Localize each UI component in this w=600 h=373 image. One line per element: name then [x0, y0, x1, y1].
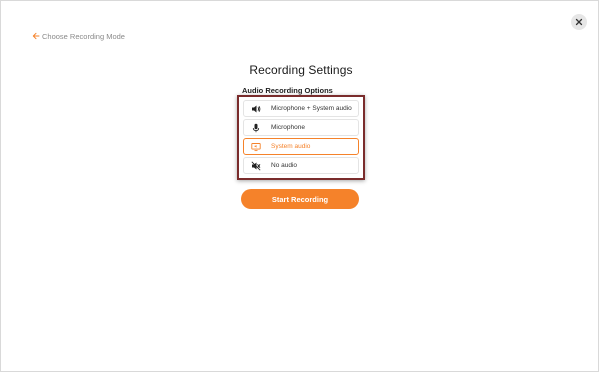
- close-button[interactable]: [571, 14, 587, 30]
- back-link[interactable]: Choose Recording Mode: [32, 30, 125, 42]
- start-recording-button[interactable]: Start Recording: [241, 189, 359, 209]
- speaker-muted-icon: [250, 160, 262, 172]
- dialog-frame: Choose Recording Mode Recording Settings…: [0, 0, 599, 372]
- option-label: Microphone: [271, 124, 305, 131]
- section-subtitle: Audio Recording Options: [242, 86, 333, 95]
- option-microphone[interactable]: Microphone: [243, 119, 359, 136]
- close-icon: [575, 18, 583, 26]
- option-no-audio[interactable]: No audio: [243, 157, 359, 174]
- monitor-audio-icon: [250, 141, 262, 153]
- page-title: Recording Settings: [249, 63, 353, 77]
- option-label: Microphone + System audio: [271, 105, 352, 112]
- back-link-label: Choose Recording Mode: [42, 31, 125, 41]
- option-system-audio[interactable]: System audio: [243, 138, 359, 155]
- option-microphone-system-audio[interactable]: Microphone + System audio: [243, 100, 359, 117]
- audio-options-group: Microphone + System audio Microphone Sys…: [237, 95, 365, 180]
- speaker-icon: [250, 103, 262, 115]
- arrow-left-icon: [32, 32, 40, 40]
- microphone-icon: [250, 122, 262, 134]
- option-label: System audio: [271, 143, 311, 150]
- option-label: No audio: [271, 162, 298, 169]
